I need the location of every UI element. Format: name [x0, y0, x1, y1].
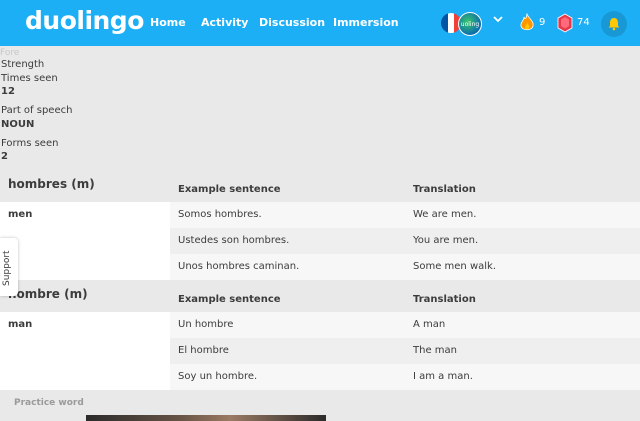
avatar-label: uoling — [460, 20, 480, 28]
nav-discussion[interactable]: Discussion — [259, 16, 325, 29]
table-row: Un hombre A man — [170, 312, 640, 338]
column-header-translation: Translation — [413, 184, 476, 195]
example-sentence: Somos hombres. — [178, 209, 262, 220]
table-row: El hombre The man — [170, 338, 640, 364]
chevron-down-icon[interactable] — [492, 13, 504, 29]
forms-seen-label: Forms seen — [1, 138, 59, 149]
duolingo-logo[interactable]: duolingo — [25, 6, 144, 35]
translation-text: I am a man. — [413, 371, 473, 382]
faded-header-text: Fore — [0, 48, 20, 58]
translation-text: Some men walk. — [413, 261, 497, 272]
table-row: Ustedes son hombres. You are men. — [170, 228, 640, 254]
strength-label: Strength — [1, 59, 45, 70]
practice-word-section — [0, 391, 640, 415]
support-tab[interactable]: Support — [0, 238, 18, 296]
streak-count: 9 — [539, 17, 546, 28]
times-seen-value: 12 — [1, 86, 15, 97]
translation-text: A man — [413, 319, 446, 330]
nav-immersion[interactable]: Immersion — [333, 16, 399, 29]
example-sentence: Ustedes son hombres. — [178, 235, 290, 246]
column-header-example: Example sentence — [178, 294, 281, 305]
column-header-example: Example sentence — [178, 184, 281, 195]
part-of-speech-value: NOUN — [1, 119, 35, 130]
gem-count: 74 — [577, 17, 590, 28]
translation-text: We are men. — [413, 209, 477, 220]
gem-icon[interactable] — [557, 13, 573, 33]
table-row: Somos hombres. We are men. — [170, 202, 640, 228]
nav-home[interactable]: Home — [150, 16, 186, 29]
column-header-translation: Translation — [413, 294, 476, 305]
meaning-cell: men — [0, 202, 170, 280]
times-seen-label: Times seen — [1, 73, 58, 84]
example-sentence: Unos hombres caminan. — [178, 261, 300, 272]
nav-activity[interactable]: Activity — [201, 16, 248, 29]
example-sentence: Un hombre — [178, 319, 234, 330]
practice-word-label[interactable]: Practice word — [14, 398, 84, 408]
forms-seen-value: 2 — [1, 151, 8, 162]
translation-text: The man — [413, 345, 457, 356]
translation-text: You are men. — [413, 235, 479, 246]
streak-flame-icon[interactable] — [519, 12, 535, 33]
word-form-heading: hombres (m) — [8, 177, 95, 191]
user-avatar[interactable]: uoling — [458, 12, 482, 36]
support-label: Support — [2, 250, 12, 286]
meaning-text: men — [8, 209, 33, 220]
meaning-text: man — [8, 319, 33, 330]
word-form-heading: hombre (m) — [8, 287, 88, 301]
table-row: Soy un hombre. I am a man. — [170, 364, 640, 390]
practice-image — [86, 415, 326, 421]
meaning-cell: man — [0, 312, 170, 390]
table-row: Unos hombres caminan. Some men walk. — [170, 254, 640, 280]
example-sentence: El hombre — [178, 345, 229, 356]
part-of-speech-label: Part of speech — [1, 105, 73, 116]
example-sentence: Soy un hombre. — [178, 371, 258, 382]
notifications-bell-icon[interactable] — [601, 11, 627, 37]
